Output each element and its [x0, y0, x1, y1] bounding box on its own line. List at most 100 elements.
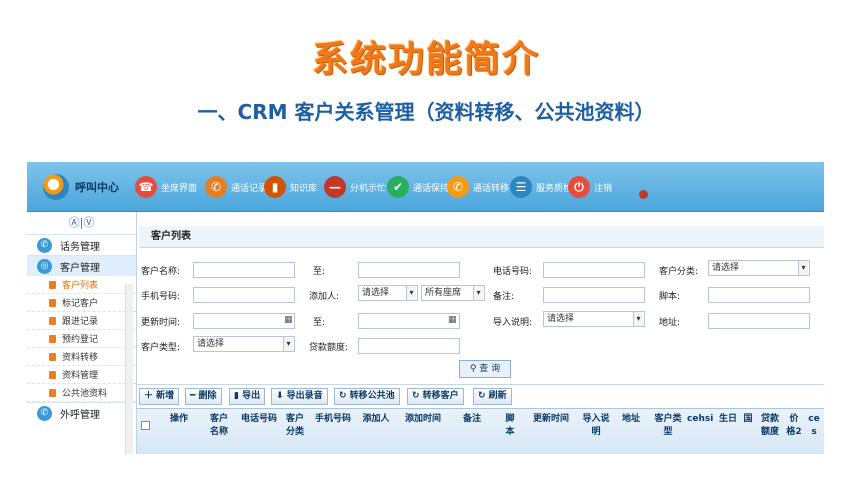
export-button[interactable]: ▮ 导出 [229, 388, 266, 405]
update-time-input[interactable] [193, 313, 295, 329]
sidebar-item[interactable]: 资料转移 [27, 348, 136, 366]
sidebar-section-customer-management[interactable]: ◎ 客户管理 [27, 255, 136, 276]
column-header[interactable]: 脚 本 [503, 413, 517, 439]
customer-type-select[interactable]: 请选择 [193, 336, 295, 352]
column-header[interactable]: 贷款 额度 [757, 413, 783, 439]
calendar-icon[interactable]: ▦ [448, 315, 457, 325]
customer-type-label: 客户类型: [141, 343, 181, 353]
column-header[interactable]: 客户类 型 [651, 413, 685, 439]
script-input[interactable] [708, 287, 810, 303]
bullet-icon [49, 316, 56, 325]
main-panel: 客户列表 客户名称: 至: 电话号码: 客户分类: 请选择 手机号码: 添加人:… [137, 212, 824, 454]
check-icon: ✔ [387, 176, 409, 198]
remark-input[interactable] [543, 287, 645, 303]
power-icon: ⏻ [568, 176, 590, 198]
knowledge-base-button[interactable]: ▮ 知识库 [264, 176, 317, 198]
column-header[interactable]: 手机号码 [313, 413, 353, 426]
phone-icon: ✆ [37, 405, 52, 421]
sidebar-item-label: 客户列表 [62, 281, 99, 291]
sidebar: Ⓐ|Ⓥ ✆ 话务管理 ◎ 客户管理 客户列表标记客户跟进记录预约登记 资料转移 资料… [27, 212, 137, 454]
refresh-button[interactable]: ↻ 刷新 [473, 388, 512, 405]
column-header[interactable]: 添加人 [359, 413, 393, 426]
adder-select[interactable]: 请选择 [358, 285, 418, 301]
column-header[interactable]: 客户 分类 [281, 413, 309, 439]
sidebar-toggle[interactable]: Ⓐ|Ⓥ [27, 212, 136, 234]
sidebar-item[interactable]: 跟进记录 [27, 312, 136, 330]
address-label: 地址: [659, 318, 681, 328]
export-recording-button[interactable]: ⬇ 导出录音 [271, 388, 328, 405]
column-header[interactable]: ce s [807, 413, 821, 439]
list-icon: ☰ [510, 176, 532, 198]
book-icon: ▮ [264, 176, 286, 198]
column-header[interactable]: 备注 [455, 413, 489, 426]
slide-title: 系统功能简介 [311, 39, 540, 80]
seat-interface-button[interactable]: ☎ 坐席界面 [135, 176, 197, 198]
sidebar-section-call-management[interactable]: ✆ 话务管理 [27, 234, 136, 255]
sidebar-section-label: 外呼管理 [60, 409, 100, 421]
sidebar-item[interactable]: 预约登记 [27, 330, 136, 348]
sidebar-section-label: 话务管理 [60, 241, 100, 253]
call-keep-button[interactable]: ✔ 通话保持 [387, 176, 449, 198]
mobile-input[interactable] [193, 287, 295, 303]
busy-icon: — [324, 176, 346, 198]
sidebar-item-label: 跟进记录 [62, 317, 99, 327]
calendar-icon[interactable]: ▦ [284, 315, 293, 325]
column-header[interactable]: 更新时间 [527, 413, 575, 426]
sidebar-item-label: 标记客户 [62, 299, 99, 309]
sidebar-item[interactable]: 标记客户 [27, 294, 136, 312]
column-header[interactable]: 国 [741, 413, 755, 426]
phone-input[interactable] [543, 262, 645, 278]
update-time-to-input[interactable] [358, 313, 460, 329]
extension-status-button[interactable]: — 分机示忙 [324, 176, 386, 198]
column-header[interactable]: 操作 [161, 413, 197, 426]
column-header[interactable]: cehsi [687, 413, 713, 426]
logo: 呼叫中心 [43, 174, 119, 200]
bullet-icon [49, 280, 56, 289]
column-header[interactable]: 添加时间 [399, 413, 447, 426]
to-label: 至: [313, 267, 326, 277]
adder-label: 添加人: [309, 292, 340, 302]
delete-button[interactable]: ━ 删除 [185, 388, 222, 405]
customer-name-input[interactable] [193, 262, 295, 278]
bullet-icon [49, 334, 56, 343]
action-toolbar: ＋ 新增 ━ 删除 ▮ 导出 ⬇ 导出录音 ↻ 转移公共池 ↻ 转移客户 ↻ 刷新 [137, 384, 824, 408]
column-header[interactable]: 地址 [617, 413, 645, 426]
import-desc-select[interactable]: 请选择 [543, 311, 645, 327]
column-header[interactable]: 生日 [717, 413, 739, 426]
sidebar-section-outbound-management[interactable]: ✆ 外呼管理 [27, 402, 136, 423]
column-header[interactable]: 价 格2 [785, 413, 803, 439]
globe-icon: ◎ [37, 258, 52, 274]
category-label: 客户分类: [659, 267, 699, 277]
sidebar-item[interactable]: 客户列表 [27, 276, 136, 294]
bullet-icon [49, 370, 56, 379]
column-header[interactable]: 客户 名称 [203, 413, 235, 439]
category-select[interactable]: 请选择 [708, 260, 810, 276]
add-button[interactable]: ＋ 新增 [139, 388, 180, 405]
slide-subtitle: 一、CRM 客户关系管理（资料转移、公共池资料） [197, 100, 655, 124]
sidebar-item[interactable]: 公共池资料 [27, 384, 136, 402]
date-to-input[interactable] [358, 262, 460, 278]
service-check-button[interactable]: ☰ 服务质检 [510, 176, 572, 198]
panel-title: 客户列表 [139, 226, 824, 248]
bullet-icon [49, 352, 56, 361]
phone-icon: ✆ [37, 237, 52, 253]
logo-text: 呼叫中心 [75, 181, 119, 194]
call-transfer-button[interactable]: ✆ 通话转移 [447, 176, 509, 198]
sidebar-item[interactable]: 资料管理 [27, 366, 136, 384]
seat-select[interactable]: 所有座席 [421, 285, 485, 301]
logout-button[interactable]: ⏻ 注销 [568, 176, 612, 198]
select-all-checkbox[interactable] [141, 421, 150, 430]
column-header[interactable]: 电话号码 [239, 413, 279, 426]
call-records-button[interactable]: ✆ 通话记录 [205, 176, 267, 198]
search-button[interactable]: ⚲ 查 询 [459, 360, 511, 378]
bullet-icon [49, 298, 56, 307]
toolbar-label: 通话保持 [413, 183, 450, 194]
remark-label: 备注: [493, 292, 515, 302]
update-time-label: 更新时间: [141, 318, 181, 328]
column-header[interactable]: 导入说 明 [579, 413, 613, 439]
sidebar-scrollbar[interactable] [125, 284, 133, 454]
move-to-pool-button[interactable]: ↻ 转移公共池 [334, 388, 400, 405]
loan-limit-input[interactable] [358, 338, 460, 354]
move-customer-button[interactable]: ↻ 转移客户 [407, 388, 464, 405]
address-input[interactable] [708, 313, 810, 329]
